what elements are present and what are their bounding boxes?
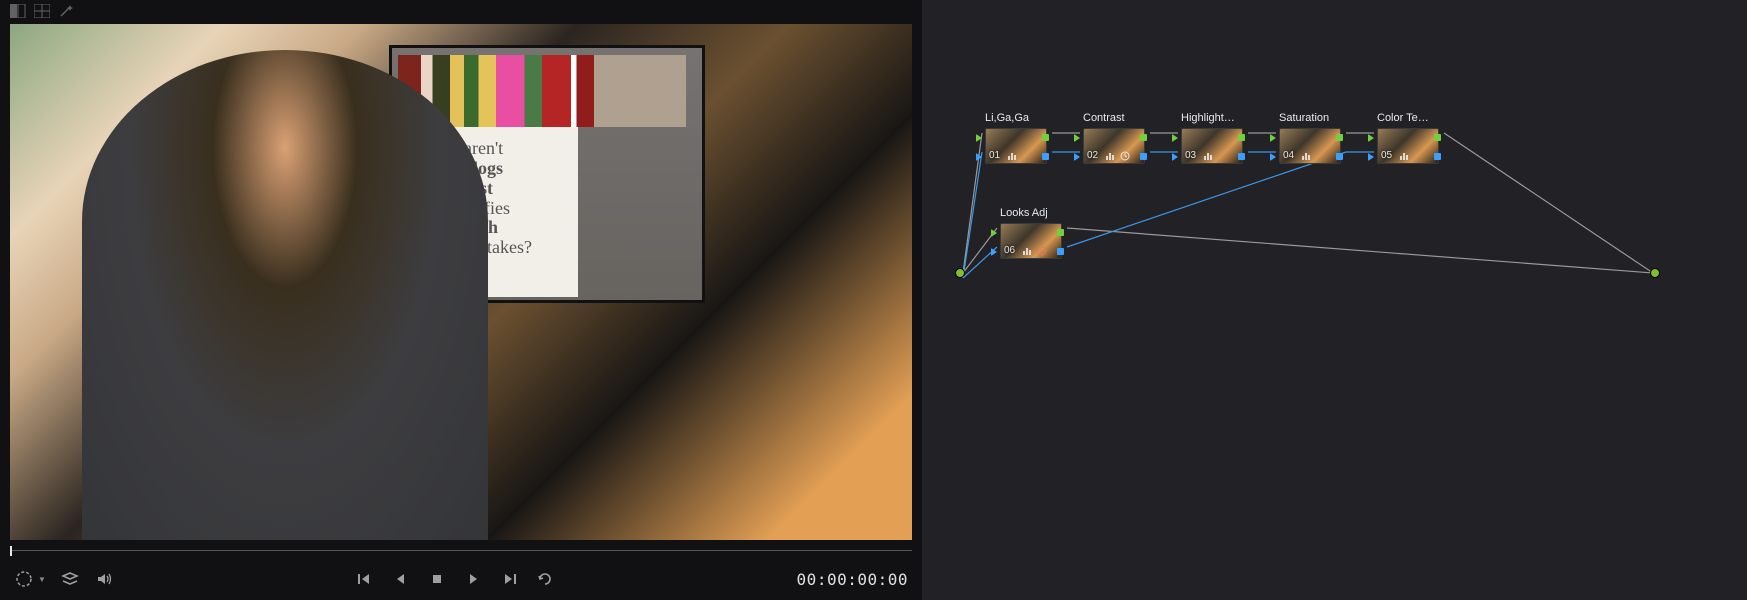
node-number: 01 bbox=[989, 150, 1000, 161]
rgb-input-port[interactable] bbox=[1270, 134, 1276, 142]
node-number: 04 bbox=[1283, 150, 1294, 161]
rgb-input-port[interactable] bbox=[976, 134, 982, 142]
graph-source[interactable] bbox=[955, 268, 965, 278]
rgb-output-port[interactable] bbox=[1238, 134, 1245, 141]
rgb-output-port[interactable] bbox=[1336, 134, 1343, 141]
alpha-output-port[interactable] bbox=[1140, 153, 1147, 160]
viewer-image[interactable]: aren't vlogs just selfies with outtakes? bbox=[10, 24, 912, 540]
viewer-top-toolbar bbox=[0, 0, 922, 22]
rgb-input-port[interactable] bbox=[991, 229, 997, 237]
node-thumbnail[interactable]: 06 bbox=[1000, 223, 1062, 259]
chevron-down-icon[interactable]: ▼ bbox=[38, 575, 46, 584]
rgb-input-port[interactable] bbox=[1172, 134, 1178, 142]
rgb-input-port[interactable] bbox=[1074, 134, 1080, 142]
bypass-button[interactable] bbox=[14, 569, 34, 589]
scrub-bar[interactable] bbox=[10, 542, 912, 558]
color-node-05[interactable]: Color Te… 05 bbox=[1377, 112, 1449, 164]
transport-bar: ▼ bbox=[0, 558, 922, 600]
color-node-03[interactable]: Highlight… 03 bbox=[1181, 112, 1253, 164]
node-label: Color Te… bbox=[1377, 112, 1449, 126]
node-graph[interactable]: Li,Ga,Ga 01 Contrast 02 Highlight… 03 Saturati… bbox=[922, 0, 1747, 600]
speaker-button[interactable] bbox=[94, 569, 114, 589]
alpha-input-port[interactable] bbox=[991, 248, 997, 256]
alpha-input-port[interactable] bbox=[1270, 153, 1276, 161]
node-thumbnail[interactable]: 04 bbox=[1279, 128, 1341, 164]
color-node-04[interactable]: Saturation 04 bbox=[1279, 112, 1351, 164]
jump-first-button[interactable] bbox=[355, 569, 375, 589]
view-mode-icon[interactable] bbox=[10, 4, 26, 18]
node-thumbnail[interactable]: 02 bbox=[1083, 128, 1145, 164]
node-label: Li,Ga,Ga bbox=[985, 112, 1057, 126]
alpha-output-port[interactable] bbox=[1057, 248, 1064, 255]
rgb-output-port[interactable] bbox=[1057, 229, 1064, 236]
histogram-icon bbox=[1400, 152, 1410, 160]
step-back-button[interactable] bbox=[391, 569, 411, 589]
node-number: 05 bbox=[1381, 150, 1392, 161]
node-label: Contrast bbox=[1083, 112, 1155, 126]
histogram-icon bbox=[1204, 152, 1214, 160]
rgb-output-port[interactable] bbox=[1042, 134, 1049, 141]
alpha-output-port[interactable] bbox=[1336, 153, 1343, 160]
step-fwd-button[interactable] bbox=[499, 569, 519, 589]
transport-controls bbox=[355, 569, 555, 589]
histogram-icon bbox=[1023, 247, 1033, 255]
playhead[interactable] bbox=[10, 546, 12, 556]
node-number: 06 bbox=[1004, 245, 1015, 256]
histogram-icon bbox=[1008, 152, 1018, 160]
node-number: 03 bbox=[1185, 150, 1196, 161]
color-node-02[interactable]: Contrast 02 bbox=[1083, 112, 1155, 164]
grid-icon[interactable] bbox=[34, 4, 50, 18]
histogram-icon bbox=[1106, 152, 1116, 160]
color-node-06[interactable]: Looks Adj 06 bbox=[1000, 207, 1072, 259]
node-thumbnail[interactable]: 01 bbox=[985, 128, 1047, 164]
alpha-output-port[interactable] bbox=[1238, 153, 1245, 160]
node-number: 02 bbox=[1087, 150, 1098, 161]
node-wires bbox=[922, 0, 1747, 600]
node-label: Highlight… bbox=[1181, 112, 1253, 126]
alpha-input-port[interactable] bbox=[976, 153, 982, 161]
node-label: Looks Adj bbox=[1000, 207, 1072, 221]
node-thumbnail[interactable]: 03 bbox=[1181, 128, 1243, 164]
loop-button[interactable] bbox=[535, 569, 555, 589]
histogram-icon bbox=[1302, 152, 1312, 160]
alpha-output-port[interactable] bbox=[1042, 153, 1049, 160]
alpha-output-port[interactable] bbox=[1434, 153, 1441, 160]
alpha-input-port[interactable] bbox=[1074, 153, 1080, 161]
node-thumbnail[interactable]: 05 bbox=[1377, 128, 1439, 164]
viewer-panel: aren't vlogs just selfies with outtakes?… bbox=[0, 0, 922, 600]
color-node-01[interactable]: Li,Ga,Ga 01 bbox=[985, 112, 1057, 164]
alpha-input-port[interactable] bbox=[1172, 153, 1178, 161]
graph-output[interactable] bbox=[1650, 268, 1660, 278]
magic-wand-icon[interactable] bbox=[58, 4, 74, 18]
rgb-output-port[interactable] bbox=[1434, 134, 1441, 141]
stack-button[interactable] bbox=[60, 569, 80, 589]
stop-button[interactable] bbox=[427, 569, 447, 589]
node-label: Saturation bbox=[1279, 112, 1351, 126]
timecode[interactable]: 00:00:00:00 bbox=[797, 570, 908, 589]
rgb-input-port[interactable] bbox=[1368, 134, 1374, 142]
rgb-output-port[interactable] bbox=[1140, 134, 1147, 141]
alpha-input-port[interactable] bbox=[1368, 153, 1374, 161]
play-button[interactable] bbox=[463, 569, 483, 589]
